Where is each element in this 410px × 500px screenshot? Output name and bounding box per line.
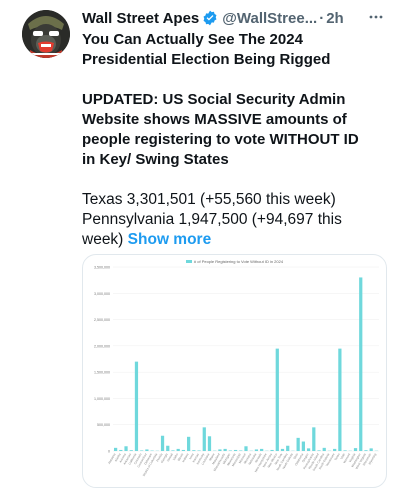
bar-rhode-island	[317, 450, 321, 451]
separator-dot: ·	[319, 10, 325, 27]
tweet[interactable]: Wall Street Apes @WallStree... · 2h You Can…	[0, 0, 410, 500]
bar-new-mexico	[275, 348, 279, 451]
more-options-button[interactable]	[368, 9, 384, 29]
y-tick-label: 500,000	[97, 423, 110, 427]
bar-alabama	[113, 447, 118, 451]
bar-tennessee	[333, 448, 337, 451]
bar-new-jersey	[270, 449, 274, 451]
more-horizontal-icon	[369, 15, 383, 19]
updated-line: people registering to vote WITHOUT ID	[82, 131, 359, 148]
y-tick-label: 0	[108, 450, 110, 454]
bar-arizona	[124, 446, 128, 451]
bar-west-virginia	[364, 450, 368, 451]
headline-line: You Can Actually See The 2024	[82, 31, 303, 48]
bar-north-carolina	[286, 445, 290, 451]
bar-michigan	[228, 450, 232, 451]
y-tick-label: 3,500,000	[94, 266, 110, 270]
y-tick-label: 2,000,000	[94, 344, 110, 348]
verified-badge-icon	[202, 10, 218, 26]
bar-kentucky	[202, 427, 206, 451]
tweet-header: Wall Street Apes @WallStree... · 2h	[82, 9, 392, 29]
bar-florida	[160, 435, 165, 451]
bar-pennsylvania	[312, 427, 316, 451]
bar-mississippi	[239, 450, 243, 451]
updated-line: Website shows MASSIVE amounts of	[82, 111, 347, 128]
bar-nevada	[260, 448, 264, 451]
bar-colorado	[140, 450, 144, 451]
bar-missouri	[244, 446, 248, 451]
chart-legend: # of People Registering to Vote Without …	[83, 259, 386, 264]
bar-alaska	[119, 449, 123, 451]
attached-chart-image[interactable]: # of People Registering to Vote Without …	[82, 254, 387, 488]
bar-nebraska	[254, 449, 259, 451]
bar-south-carolina	[322, 447, 326, 451]
bar-illinois	[181, 449, 186, 451]
bar-chart: 0 500,000 1,000,000 1,500,000 2,000,000 2,500…	[94, 266, 379, 477]
y-tick-label: 2,500,000	[94, 318, 110, 322]
bar-texas	[338, 348, 342, 451]
bar-georgia	[166, 445, 170, 451]
stat-texas: Texas 3,301,501 (+55,560 this week)	[82, 191, 336, 208]
y-tick-label: 3,000,000	[94, 292, 110, 296]
display-name[interactable]: Wall Street Apes	[82, 10, 199, 27]
updated-line: in Key/ Swing States	[82, 151, 229, 168]
avatar[interactable]	[22, 10, 70, 58]
bar-massachusetts	[223, 448, 227, 451]
bar-idaho	[176, 448, 180, 451]
bar-maryland	[218, 449, 222, 451]
legend-label: # of People Registering to Vote Without …	[193, 259, 284, 264]
bar-oklahoma	[301, 441, 305, 451]
bar-indiana	[187, 436, 191, 451]
show-more-link[interactable]: Show more	[128, 231, 212, 248]
handle[interactable]: @WallStree...	[222, 10, 317, 27]
stat-pennsylvania-cont: week)	[82, 231, 124, 248]
bar-minnesota	[233, 449, 238, 451]
timestamp[interactable]: 2h	[326, 10, 344, 27]
stat-pennsylvania: Pennsylvania 1,947,500 (+94,697 this	[82, 211, 342, 228]
tweet-text: You Can Actually See The 2024 Presidenti…	[82, 30, 382, 250]
bar-louisiana	[207, 436, 212, 451]
bar-washington	[359, 277, 363, 451]
bar-new-york	[280, 448, 285, 451]
bar-arkansas	[129, 450, 133, 451]
bar-wisconsin	[369, 448, 373, 451]
y-tick-label: 1,500,000	[94, 371, 110, 375]
bar-california	[134, 361, 139, 451]
bar-iowa	[192, 450, 196, 451]
bar-hawaii	[171, 450, 175, 451]
y-tick-label: 1,000,000	[94, 397, 110, 401]
updated-line: UPDATED: US Social Security Admin	[82, 91, 346, 108]
bar-ohio	[296, 437, 300, 451]
bar-virginia	[353, 448, 358, 451]
ape-avatar-icon	[22, 10, 70, 58]
bar-kansas	[197, 450, 201, 451]
legend-swatch	[185, 260, 192, 263]
bar-utah	[343, 450, 347, 451]
headline-line: Presidential Election Being Rigged	[82, 51, 331, 68]
bar-connecticut	[145, 449, 149, 451]
bar-oregon	[306, 448, 311, 451]
